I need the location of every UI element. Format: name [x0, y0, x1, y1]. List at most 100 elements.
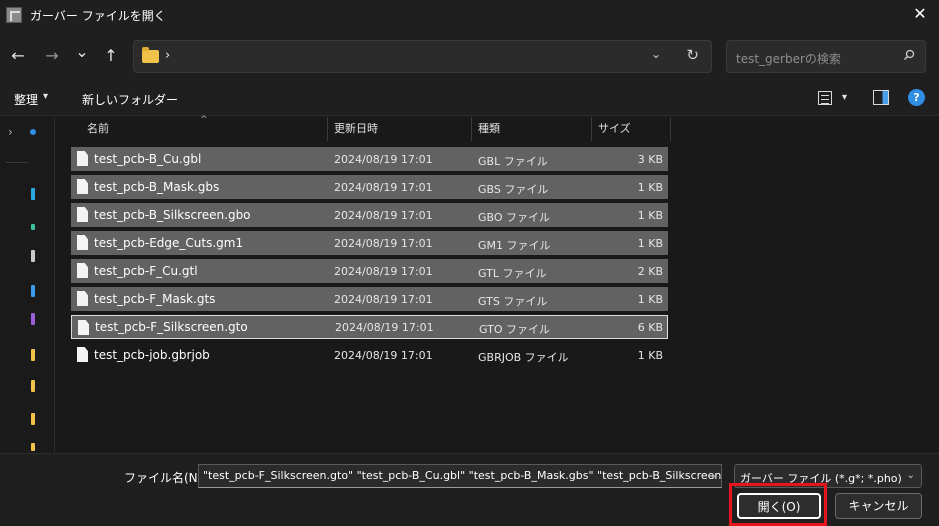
file-icon	[77, 263, 88, 278]
close-icon[interactable]: ✕	[911, 5, 929, 23]
cancel-button[interactable]: キャンセル	[835, 493, 922, 519]
refresh-icon[interactable]: ↻	[686, 46, 699, 64]
file-type: GTO ファイル	[479, 323, 551, 336]
forward-arrow-icon[interactable]: →	[42, 46, 62, 66]
file-icon	[77, 291, 88, 306]
file-name: test_pcb-F_Mask.gts	[94, 292, 216, 306]
file-modified: 2024/08/19 17:01	[334, 181, 433, 194]
folder-icon[interactable]	[31, 349, 35, 361]
breadcrumb-chevron-icon[interactable]: ›	[165, 48, 170, 63]
file-row[interactable]: test_pcb-job.gbrjob 2024/08/19 17:01 GBR…	[71, 343, 668, 367]
search-input[interactable]: test_gerberの検索	[726, 40, 926, 73]
file-row[interactable]: test_pcb-B_Cu.gbl 2024/08/19 17:01 GBL フ…	[71, 147, 668, 171]
file-row[interactable]: test_pcb-Edge_Cuts.gm1 2024/08/19 17:01 …	[71, 231, 668, 255]
file-name: test_pcb-job.gbrjob	[94, 348, 210, 362]
file-name: test_pcb-F_Silkscreen.gto	[95, 320, 248, 334]
file-size: 6 KB	[637, 321, 663, 334]
file-size: 1 KB	[637, 209, 663, 222]
filename-label: ファイル名(N):	[124, 471, 207, 485]
file-type: GBL ファイル	[478, 155, 548, 168]
sidebar-item-icon[interactable]	[31, 250, 35, 262]
sidebar-item-icon[interactable]	[31, 313, 35, 325]
file-type: GTL ファイル	[478, 267, 547, 280]
file-size: 1 KB	[637, 293, 663, 306]
search-placeholder: test_gerberの検索	[736, 52, 841, 66]
file-name: test_pcb-B_Cu.gbl	[94, 152, 202, 166]
file-name: test_pcb-F_Cu.gtl	[94, 264, 198, 278]
expand-chevron-icon[interactable]: ›	[8, 125, 13, 139]
sidebar-item-icon[interactable]	[31, 224, 35, 230]
search-icon[interactable]	[903, 49, 915, 61]
file-icon	[77, 151, 88, 166]
file-type: GTS ファイル	[478, 295, 548, 308]
file-modified: 2024/08/19 17:01	[334, 265, 433, 278]
file-modified: 2024/08/19 17:01	[334, 349, 433, 362]
sidebar-divider	[6, 162, 28, 163]
navigation-pane[interactable]: ›	[0, 117, 55, 453]
file-modified: 2024/08/19 17:01	[334, 293, 433, 306]
file-size: 1 KB	[637, 237, 663, 250]
file-type: GBO ファイル	[478, 211, 551, 224]
file-type: GM1 ファイル	[478, 239, 551, 252]
filename-value: "test_pcb-F_Silkscreen.gto" "test_pcb-B_…	[203, 469, 722, 482]
file-size: 1 KB	[637, 181, 663, 194]
view-options-icon[interactable]	[818, 91, 832, 105]
organize-button[interactable]: 整理	[14, 91, 38, 108]
address-dropdown-icon[interactable]: ⌄	[651, 47, 661, 61]
recent-locations-icon[interactable]: ⌄	[72, 42, 92, 62]
organize-caret-icon[interactable]: ▾	[43, 91, 48, 102]
file-size: 3 KB	[637, 153, 663, 166]
bottom-panel: ファイル名(N): "test_pcb-F_Silkscreen.gto" "t…	[0, 453, 939, 526]
filename-dropdown-icon[interactable]: ⌄	[709, 470, 717, 481]
file-name: test_pcb-B_Silkscreen.gbo	[94, 208, 251, 222]
title-bar: ガーバー ファイルを開く ✕	[0, 0, 939, 30]
file-icon	[77, 347, 88, 362]
open-button[interactable]: 開く(O)	[737, 493, 821, 519]
view-options-caret-icon[interactable]: ▾	[842, 92, 847, 103]
file-type: GBRJOB ファイル	[478, 351, 569, 364]
column-header-modified[interactable]: 更新日時	[334, 117, 378, 141]
file-name: test_pcb-Edge_Cuts.gm1	[94, 236, 244, 250]
folder-icon[interactable]	[31, 443, 35, 451]
column-header-size[interactable]: サイズ	[598, 117, 631, 141]
file-size: 2 KB	[637, 265, 663, 278]
preview-pane-icon[interactable]	[873, 90, 889, 105]
file-name: test_pcb-B_Mask.gbs	[94, 180, 220, 194]
help-icon[interactable]: ?	[908, 89, 925, 106]
file-row[interactable]: test_pcb-F_Cu.gtl 2024/08/19 17:01 GTL フ…	[71, 259, 668, 283]
file-icon	[77, 179, 88, 194]
quick-access-icon[interactable]	[30, 129, 36, 135]
file-row[interactable]: test_pcb-B_Mask.gbs 2024/08/19 17:01 GBS…	[71, 175, 668, 199]
column-header-type[interactable]: 種類	[478, 117, 500, 141]
app-icon	[6, 7, 22, 23]
up-arrow-icon[interactable]: ↑	[101, 46, 121, 66]
column-divider[interactable]	[591, 117, 592, 141]
filename-field[interactable]: "test_pcb-F_Silkscreen.gto" "test_pcb-B_…	[198, 464, 722, 488]
address-bar[interactable]: › ⌄ ↻	[133, 40, 712, 73]
file-icon	[77, 207, 88, 222]
file-row[interactable]: test_pcb-B_Silkscreen.gbo 2024/08/19 17:…	[71, 203, 668, 227]
folder-icon[interactable]	[31, 380, 35, 392]
sidebar-item-icon[interactable]	[31, 188, 35, 200]
column-divider[interactable]	[327, 117, 328, 141]
file-list[interactable]: ^ 名前 更新日時 種類 サイズ test_pcb-B_Cu.gbl 2024/…	[56, 115, 939, 453]
column-header-name[interactable]: 名前	[87, 117, 109, 141]
folder-icon[interactable]	[31, 413, 35, 425]
file-modified: 2024/08/19 17:01	[334, 237, 433, 250]
file-modified: 2024/08/19 17:01	[334, 209, 433, 222]
file-row[interactable]: test_pcb-F_Silkscreen.gto 2024/08/19 17:…	[71, 315, 668, 339]
sort-ascending-icon: ^	[200, 115, 208, 125]
file-modified: 2024/08/19 17:01	[335, 321, 434, 334]
chevron-down-icon[interactable]: ⌄	[907, 470, 915, 481]
file-modified: 2024/08/19 17:01	[334, 153, 433, 166]
file-row[interactable]: test_pcb-F_Mask.gts 2024/08/19 17:01 GTS…	[71, 287, 668, 311]
navigation-bar: ← → ⌄ ↑ › ⌄ ↻ test_gerberの検索	[0, 30, 939, 80]
file-size: 1 KB	[637, 349, 663, 362]
new-folder-button[interactable]: 新しいフォルダー	[82, 91, 178, 108]
sidebar-item-icon[interactable]	[31, 285, 35, 297]
back-arrow-icon[interactable]: ←	[8, 46, 28, 66]
column-divider[interactable]	[670, 117, 671, 141]
column-divider[interactable]	[471, 117, 472, 141]
folder-icon	[142, 47, 159, 63]
file-icon	[78, 320, 89, 335]
